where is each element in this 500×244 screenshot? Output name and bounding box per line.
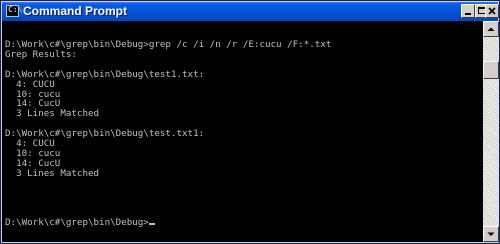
scroll-up-arrow-icon <box>487 27 495 31</box>
console-lines: D:\Work\c#\grep\bin\Debug>grep /c /i /n … <box>5 39 331 179</box>
close-icon <box>488 7 496 15</box>
console-output-area[interactable]: D:\Work\c#\grep\bin\Debug>grep /c /i /n … <box>2 21 483 242</box>
window-title: Command Prompt <box>23 4 128 18</box>
console-line: 3 Lines Matched <box>5 108 100 120</box>
close-button[interactable] <box>485 4 499 18</box>
console-text: D:\Work\c#\grep\bin\Debug>grep /c /i /n … <box>2 21 483 228</box>
title-bar[interactable]: C:\ Command Prompt <box>2 2 499 21</box>
text-cursor <box>148 223 155 226</box>
scroll-up-button[interactable] <box>483 21 499 37</box>
minimize-button[interactable] <box>461 4 475 18</box>
console-line: Grep Results: <box>5 48 77 60</box>
vertical-scrollbar[interactable] <box>483 21 499 242</box>
scroll-down-arrow-icon <box>487 232 495 236</box>
command-prompt-window: C:\ Command Prompt D:\Work\c#\grep\bin\D… <box>0 0 500 244</box>
console-icon-glyph: C:\ <box>8 5 23 14</box>
command-prompt-line: D:\Work\c#\grep\bin\Debug> <box>5 217 149 229</box>
scroll-down-button[interactable] <box>483 226 499 242</box>
scrollbar-thumb[interactable] <box>483 61 499 79</box>
minimize-icon <box>465 13 471 15</box>
console-icon[interactable]: C:\ <box>6 5 23 17</box>
console-line: 3 Lines Matched <box>5 167 100 179</box>
